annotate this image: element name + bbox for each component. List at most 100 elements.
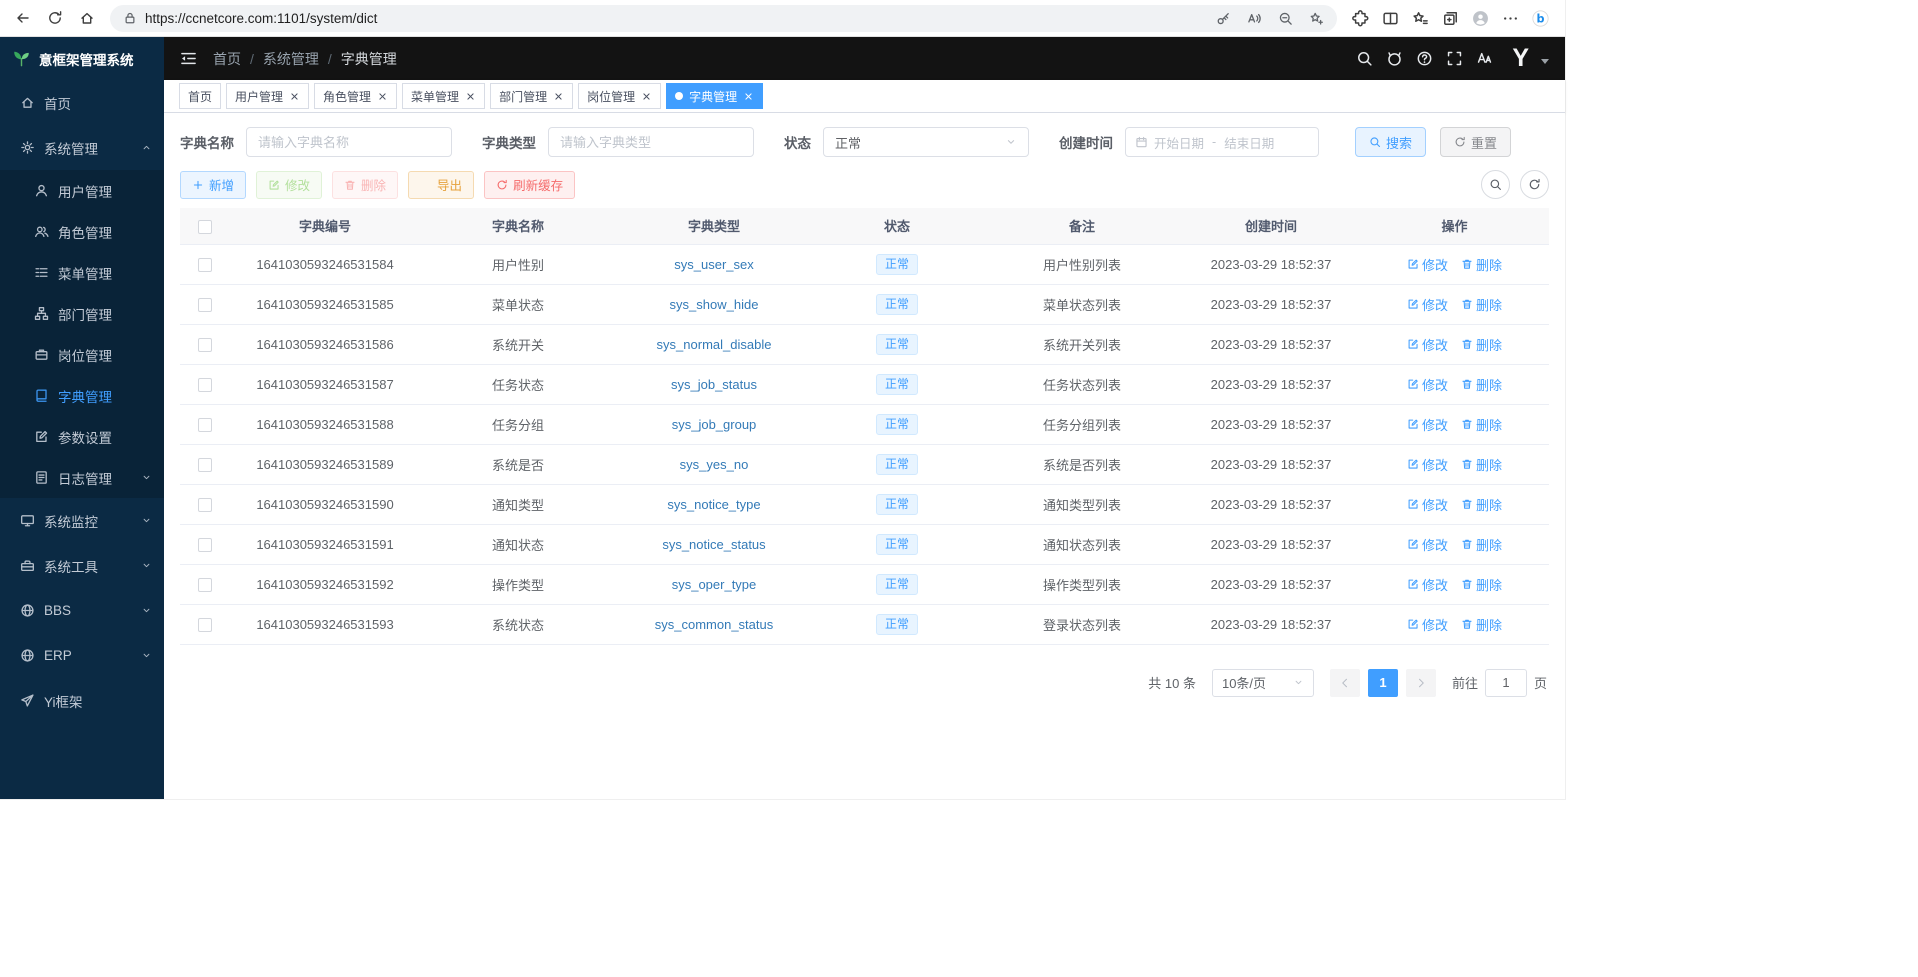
- page-size-select[interactable]: 10条/页: [1212, 669, 1314, 697]
- row-checkbox[interactable]: [198, 458, 212, 472]
- column-header[interactable]: 字典类型: [616, 208, 812, 244]
- dict-type-link[interactable]: sys_notice_status: [662, 537, 765, 552]
- row-delete-link[interactable]: 删除: [1461, 495, 1502, 514]
- row-delete-link[interactable]: 删除: [1461, 375, 1502, 394]
- tab-5[interactable]: 岗位管理: [578, 83, 661, 109]
- search-button[interactable]: 搜索: [1355, 127, 1426, 157]
- dict-type-link[interactable]: sys_notice_type: [667, 497, 760, 512]
- help-icon[interactable]: [1416, 50, 1433, 67]
- github-icon[interactable]: [1386, 50, 1403, 67]
- row-checkbox[interactable]: [198, 538, 212, 552]
- row-edit-link[interactable]: 修改: [1407, 375, 1448, 394]
- bing-chat-button[interactable]: b: [1525, 4, 1555, 32]
- dict-type-link[interactable]: sys_show_hide: [670, 297, 759, 312]
- sidebar-subitem-1-3[interactable]: 部门管理: [0, 293, 164, 334]
- row-edit-link[interactable]: 修改: [1407, 615, 1448, 634]
- dict-type-input[interactable]: [548, 127, 754, 157]
- row-checkbox[interactable]: [198, 258, 212, 272]
- dict-name-input[interactable]: [246, 127, 452, 157]
- password-key-icon[interactable]: [1216, 11, 1231, 26]
- sidebar-item-0[interactable]: 首页: [0, 80, 164, 125]
- row-delete-link[interactable]: 删除: [1461, 335, 1502, 354]
- next-page-button[interactable]: [1406, 669, 1436, 697]
- tab-2[interactable]: 角色管理: [314, 83, 397, 109]
- dict-type-link[interactable]: sys_oper_type: [672, 577, 757, 592]
- sidebar-subitem-1-5[interactable]: 字典管理: [0, 375, 164, 416]
- row-edit-link[interactable]: 修改: [1407, 455, 1448, 474]
- row-edit-link[interactable]: 修改: [1407, 535, 1448, 554]
- row-edit-link[interactable]: 修改: [1407, 495, 1448, 514]
- dict-type-link[interactable]: sys_user_sex: [674, 257, 753, 272]
- favorites-button[interactable]: [1405, 4, 1435, 32]
- row-checkbox[interactable]: [198, 418, 212, 432]
- zoom-out-icon[interactable]: [1278, 11, 1293, 26]
- add-favorite-icon[interactable]: [1309, 11, 1324, 26]
- row-edit-link[interactable]: 修改: [1407, 255, 1448, 274]
- sidebar-item-1[interactable]: 系统管理: [0, 125, 164, 170]
- sidebar-item-4[interactable]: BBS: [0, 588, 164, 633]
- row-edit-link[interactable]: 修改: [1407, 575, 1448, 594]
- row-delete-link[interactable]: 删除: [1461, 535, 1502, 554]
- extensions-button[interactable]: [1345, 4, 1375, 32]
- row-checkbox[interactable]: [198, 498, 212, 512]
- browser-home-button[interactable]: [72, 4, 102, 32]
- toggle-search-button[interactable]: [1481, 170, 1510, 199]
- current-page[interactable]: 1: [1368, 669, 1398, 697]
- tab-close-icon[interactable]: [465, 91, 476, 102]
- tab-close-icon[interactable]: [743, 91, 754, 102]
- tab-close-icon[interactable]: [641, 91, 652, 102]
- tab-close-icon[interactable]: [377, 91, 388, 102]
- browser-menu-button[interactable]: [1495, 4, 1525, 32]
- column-header[interactable]: 字典编号: [230, 208, 420, 244]
- row-delete-link[interactable]: 删除: [1461, 255, 1502, 274]
- breadcrumb-item[interactable]: 首页: [213, 49, 241, 69]
- tab-close-icon[interactable]: [553, 91, 564, 102]
- sidebar-subitem-1-1[interactable]: 角色管理: [0, 211, 164, 252]
- row-checkbox[interactable]: [198, 378, 212, 392]
- browser-back-button[interactable]: [8, 4, 38, 32]
- sidebar-subitem-1-7[interactable]: 日志管理: [0, 457, 164, 498]
- split-screen-button[interactable]: [1375, 4, 1405, 32]
- sidebar-subitem-1-6[interactable]: 参数设置: [0, 416, 164, 457]
- font-size-icon[interactable]: [1476, 50, 1493, 67]
- row-delete-link[interactable]: 删除: [1461, 575, 1502, 594]
- goto-page-input[interactable]: [1485, 669, 1527, 697]
- row-delete-link[interactable]: 删除: [1461, 295, 1502, 314]
- row-checkbox[interactable]: [198, 298, 212, 312]
- column-header[interactable]: 字典名称: [420, 208, 616, 244]
- select-all-checkbox[interactable]: [198, 220, 212, 234]
- sidebar-fold-button[interactable]: [180, 50, 197, 67]
- prev-page-button[interactable]: [1330, 669, 1360, 697]
- dict-type-link[interactable]: sys_yes_no: [680, 457, 749, 472]
- row-delete-link[interactable]: 删除: [1461, 415, 1502, 434]
- row-delete-link[interactable]: 删除: [1461, 455, 1502, 474]
- dict-type-link[interactable]: sys_common_status: [655, 617, 774, 632]
- tab-4[interactable]: 部门管理: [490, 83, 573, 109]
- row-checkbox[interactable]: [198, 618, 212, 632]
- status-select[interactable]: 正常: [823, 127, 1029, 157]
- column-header[interactable]: 备注: [982, 208, 1182, 244]
- toolbar-button-4[interactable]: 刷新缓存: [484, 171, 575, 199]
- sidebar-item-6[interactable]: Yi框架: [0, 678, 164, 723]
- toolbar-button-0[interactable]: 新增: [180, 171, 246, 199]
- toolbar-button-1[interactable]: 修改: [256, 171, 322, 199]
- toolbar-button-3[interactable]: 导出: [408, 171, 474, 199]
- address-bar[interactable]: https://ccnetcore.com:1101/system/dict: [110, 5, 1337, 32]
- profile-button[interactable]: [1465, 4, 1495, 32]
- collections-button[interactable]: [1435, 4, 1465, 32]
- row-edit-link[interactable]: 修改: [1407, 335, 1448, 354]
- sidebar-item-3[interactable]: 系统工具: [0, 543, 164, 588]
- sidebar-item-2[interactable]: 系统监控: [0, 498, 164, 543]
- column-header[interactable]: 创建时间: [1182, 208, 1360, 244]
- tab-6[interactable]: 字典管理: [666, 83, 763, 109]
- browser-refresh-button[interactable]: [40, 4, 70, 32]
- fullscreen-icon[interactable]: [1446, 50, 1463, 67]
- tab-0[interactable]: 首页: [179, 83, 221, 109]
- row-edit-link[interactable]: 修改: [1407, 295, 1448, 314]
- refresh-table-button[interactable]: [1520, 170, 1549, 199]
- sidebar-subitem-1-2[interactable]: 菜单管理: [0, 252, 164, 293]
- toolbar-button-2[interactable]: 删除: [332, 171, 398, 199]
- user-avatar[interactable]: Y: [1512, 46, 1528, 71]
- sidebar-subitem-1-4[interactable]: 岗位管理: [0, 334, 164, 375]
- reset-button[interactable]: 重置: [1440, 127, 1511, 157]
